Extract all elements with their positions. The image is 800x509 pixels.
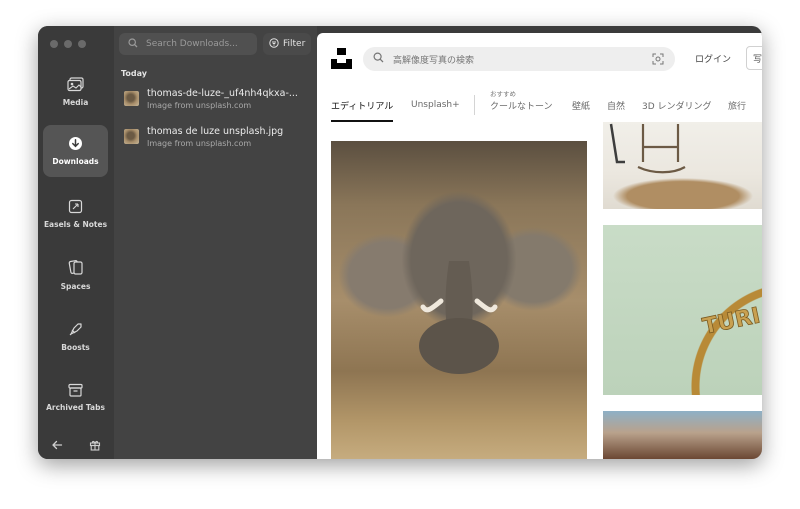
- tab-travel[interactable]: 旅行: [728, 88, 746, 122]
- filter-label: Filter: [283, 39, 306, 49]
- sidebar-item-easels-notes[interactable]: Easels & Notes: [43, 188, 108, 240]
- tab-wallpapers[interactable]: 壁紙: [572, 88, 590, 122]
- filter-icon: [269, 37, 279, 51]
- search-placeholder: 高解像度写真の検索: [393, 55, 475, 66]
- tab-nature[interactable]: 自然: [607, 88, 625, 122]
- sidebar-item-boosts[interactable]: Boosts: [43, 310, 108, 362]
- download-source: Image from unsplash.com: [147, 139, 252, 148]
- gift-icon[interactable]: [89, 439, 101, 451]
- login-link[interactable]: ログイン: [695, 52, 731, 65]
- image-thumbnail: [124, 129, 139, 144]
- download-title: thomas de luze unsplash.jpg: [147, 126, 284, 137]
- sidebar-item-label: Archived Tabs: [46, 402, 105, 412]
- minimize-window-button[interactable]: [64, 40, 72, 48]
- tab-kicker: おすすめ: [490, 90, 516, 98]
- rail-footer: [38, 439, 114, 451]
- sidebar-item-downloads[interactable]: Downloads: [43, 125, 108, 177]
- download-icon: [68, 136, 83, 151]
- arch-sign-photo[interactable]: TURI: [603, 225, 762, 395]
- sidebar-item-media[interactable]: Media: [43, 66, 108, 118]
- downloads-search-input[interactable]: Search Downloads...: [119, 33, 257, 55]
- search-icon: [128, 37, 138, 51]
- image-thumbnail: [124, 91, 139, 106]
- downloads-panel: Search Downloads... Filter Today thomas-…: [114, 26, 317, 459]
- tab-cool-tones[interactable]: おすすめ クールなトーン: [490, 88, 553, 122]
- filter-button[interactable]: Filter: [263, 33, 312, 55]
- tab-label: 3D レンダリング: [642, 101, 712, 112]
- zoom-window-button[interactable]: [78, 40, 86, 48]
- sidebar-item-label: Media: [62, 98, 89, 107]
- tab-label: 旅行: [728, 101, 747, 112]
- browser-window: Media Downloads Easels & Notes Spaces Bo: [38, 26, 762, 459]
- sidebar-item-label: Boosts: [61, 342, 90, 352]
- boosts-icon: [68, 321, 84, 337]
- sidebar-item-label: Spaces: [60, 282, 91, 291]
- canyon-photo[interactable]: [603, 411, 762, 459]
- elephant-photo[interactable]: [331, 141, 587, 459]
- tab-label: Unsplash+: [411, 100, 460, 110]
- sidebar-rail: Media Downloads Easels & Notes Spaces Bo: [38, 26, 114, 459]
- topic-tabs: エディトリアル Unsplash+ おすすめ クールなトーン 壁紙 自然 3D …: [317, 88, 762, 122]
- tab-label: クールなトーン: [490, 101, 553, 112]
- download-item[interactable]: thomas de luze unsplash.jpg Image from u…: [124, 126, 283, 149]
- download-title: thomas-de-luze-_uf4nh4qkxa-...: [147, 88, 298, 99]
- tab-divider: [474, 95, 475, 115]
- web-content: 高解像度写真の検索 ログイン 写 エディトリアル Unsplash+ おすすめ …: [317, 33, 762, 459]
- submit-photo-button[interactable]: 写: [746, 46, 762, 70]
- download-item[interactable]: thomas-de-luze-_uf4nh4qkxa-... Image fro…: [124, 88, 298, 111]
- download-source: Image from unsplash.com: [147, 101, 252, 110]
- media-icon: [67, 77, 84, 92]
- tab-unsplash-plus[interactable]: Unsplash+: [411, 88, 460, 122]
- back-arrow-icon[interactable]: [51, 439, 63, 451]
- easel-icon: [68, 199, 83, 214]
- room-photo[interactable]: [603, 122, 762, 209]
- sidebar-item-spaces[interactable]: Spaces: [43, 249, 108, 301]
- sidebar-item-label: Downloads: [52, 157, 99, 166]
- section-heading-today: Today: [121, 69, 147, 78]
- sidebar-item-archived-tabs[interactable]: Archived Tabs: [43, 371, 108, 423]
- archive-icon: [68, 383, 83, 397]
- tab-label: 自然: [607, 101, 626, 112]
- search-icon: [373, 52, 384, 66]
- window-controls: [50, 40, 86, 48]
- arch-sign-text: TURI: [701, 303, 762, 340]
- photo-search-input[interactable]: 高解像度写真の検索: [363, 47, 675, 71]
- tab-editorial[interactable]: エディトリアル: [331, 88, 394, 122]
- unsplash-logo-icon[interactable]: [331, 48, 352, 69]
- tab-3d-renders[interactable]: 3D レンダリング: [642, 88, 712, 122]
- tab-label: エディトリアル: [331, 101, 394, 112]
- tab-label: 壁紙: [572, 101, 591, 112]
- close-window-button[interactable]: [50, 40, 58, 48]
- spaces-icon: [68, 259, 84, 276]
- search-placeholder: Search Downloads...: [146, 39, 238, 49]
- visual-search-icon[interactable]: [652, 53, 664, 68]
- sidebar-item-label: Easels & Notes: [43, 220, 108, 229]
